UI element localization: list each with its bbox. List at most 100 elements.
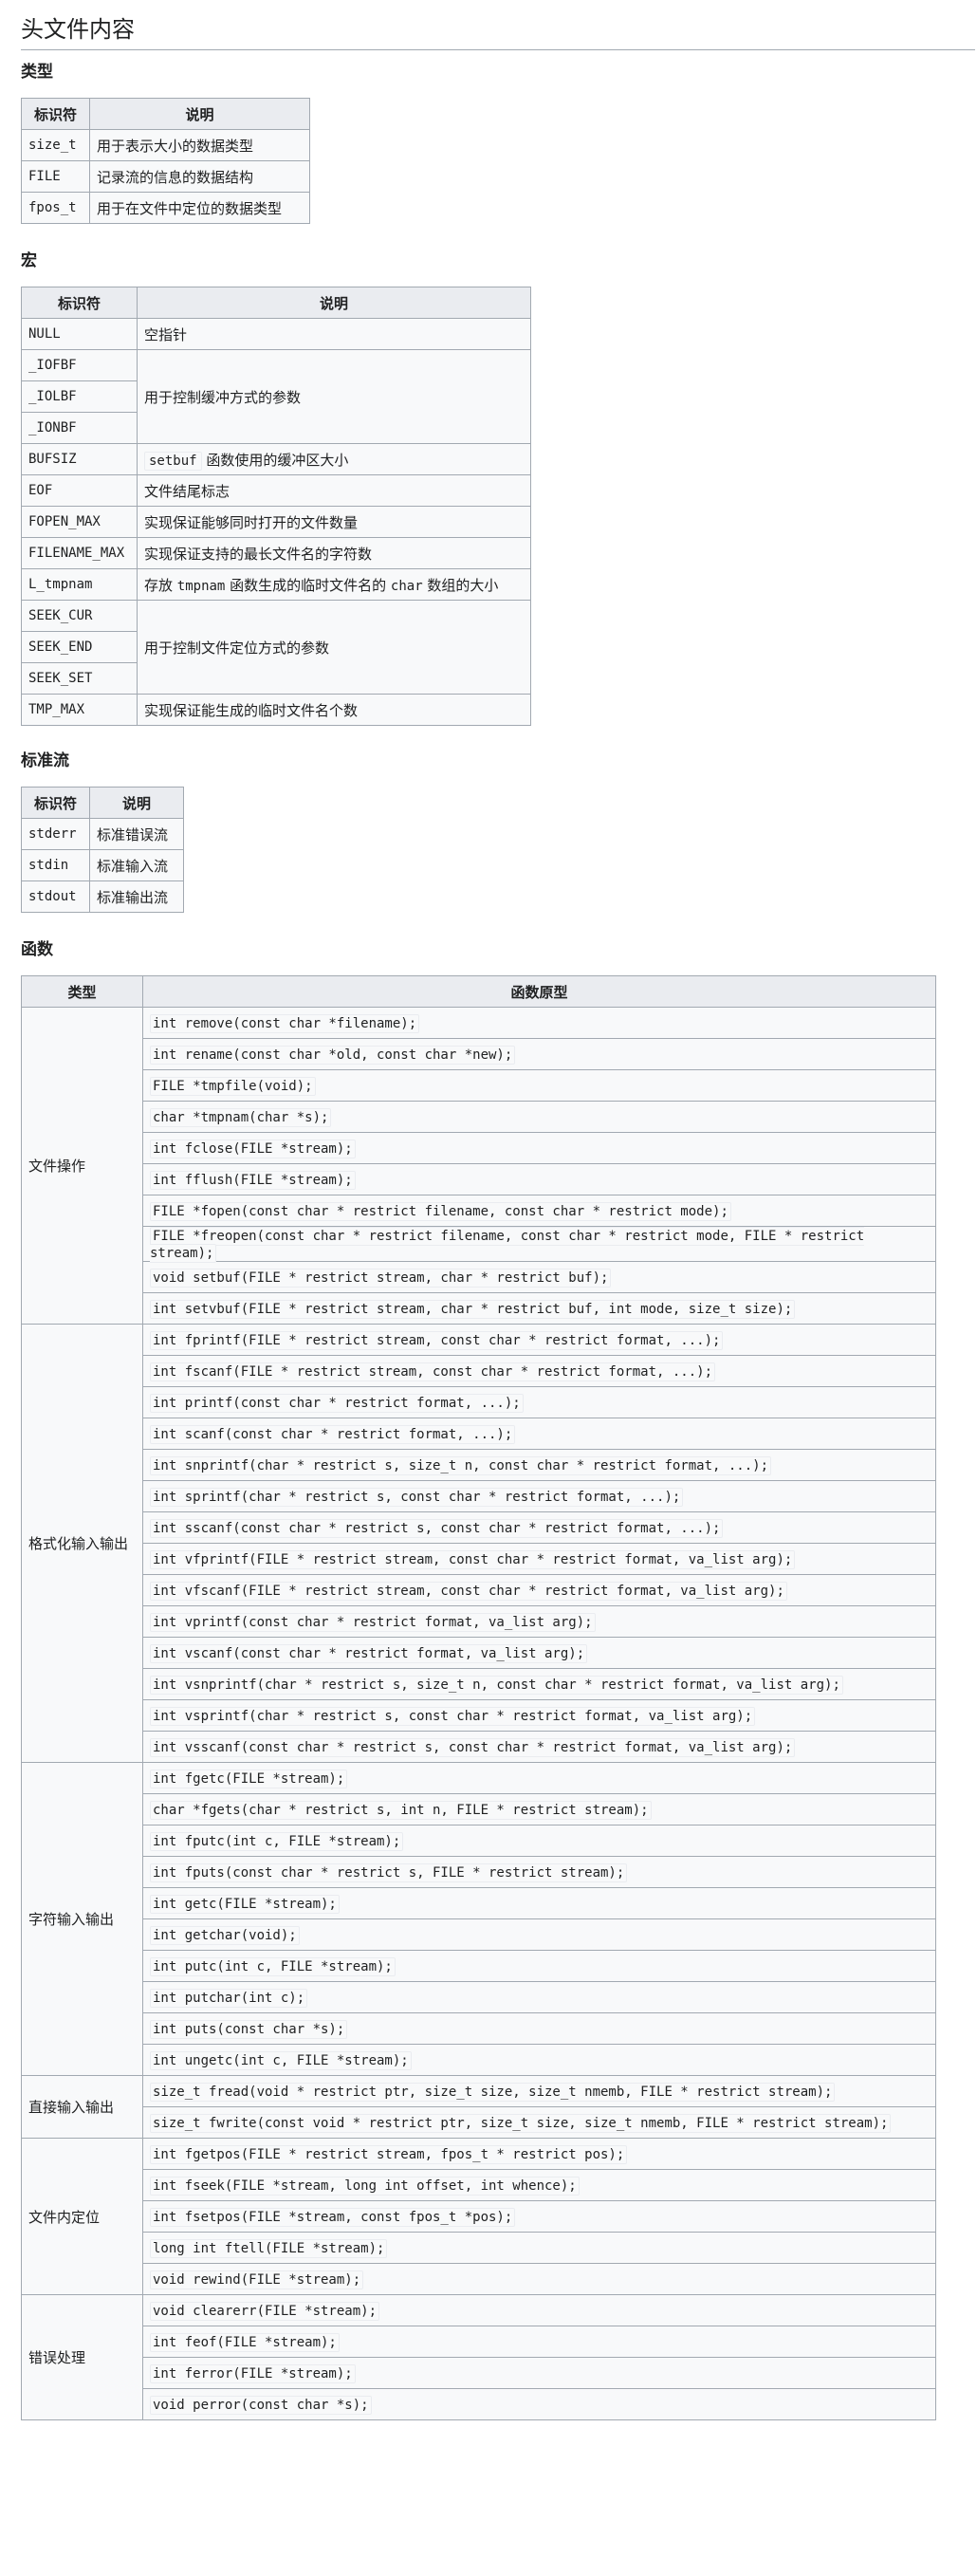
- prototype-code: int fputc(int c, FILE *stream);: [150, 1832, 404, 1851]
- function-prototype: FILE *freopen(const char * restrict file…: [142, 1226, 936, 1263]
- table-row: void setbuf(FILE * restrict stream, char…: [22, 1261, 936, 1293]
- prototype-code: void clearerr(FILE *stream);: [150, 2302, 380, 2321]
- table-row: int fsetpos(FILE *stream, const fpos_t *…: [22, 2200, 936, 2233]
- function-prototype: int fgetpos(FILE * restrict stream, fpos…: [142, 2138, 936, 2170]
- function-prototype: char *tmpnam(char *s);: [142, 1101, 936, 1133]
- macro-identifier: FOPEN_MAX: [21, 506, 138, 538]
- table-row: int getc(FILE *stream);: [22, 1887, 936, 1919]
- function-prototype: long int ftell(FILE *stream);: [142, 2232, 936, 2264]
- prototype-code: FILE *fopen(const char * restrict filena…: [150, 1202, 731, 1221]
- table-row: int sprintf(char * restrict s, const cha…: [22, 1480, 936, 1512]
- function-prototype: int snprintf(char * restrict s, size_t n…: [142, 1449, 936, 1481]
- prototype-code: int vsprintf(char * restrict s, const ch…: [150, 1707, 756, 1726]
- table-row: int printf(const char * restrict format,…: [22, 1386, 936, 1418]
- function-prototype: size_t fread(void * restrict ptr, size_t…: [142, 2075, 936, 2107]
- macro-identifier: SEEK_CUR: [21, 600, 138, 632]
- type-identifier: FILE: [21, 160, 90, 193]
- prototype-code: int rename(const char *old, const char *…: [150, 1046, 516, 1065]
- macro-description: 用于控制文件定位方式的参数: [137, 600, 531, 695]
- function-prototype: int setvbuf(FILE * restrict stream, char…: [142, 1292, 936, 1325]
- header-identifier: 标识符: [21, 287, 138, 319]
- macros-heading: 宏: [21, 251, 37, 270]
- prototype-code: FILE *freopen(const char * restrict file…: [150, 1227, 865, 1263]
- type-identifier: fpos_t: [21, 192, 90, 224]
- table-row: int fseek(FILE *stream, long int offset,…: [22, 2169, 936, 2201]
- stream-identifier: stdin: [21, 849, 90, 881]
- stream-description: 标准错误流: [89, 818, 184, 850]
- prototype-code: int printf(const char * restrict format,…: [150, 1394, 524, 1413]
- table-row: int fscanf(FILE * restrict stream, const…: [22, 1355, 936, 1387]
- function-prototype: int vsnprintf(char * restrict s, size_t …: [142, 1668, 936, 1700]
- table-header-row: 类型 函数原型: [21, 975, 936, 1008]
- table-row: int fflush(FILE *stream);: [22, 1163, 936, 1195]
- table-row: 格式化输入输出 int fprintf(FILE * restrict strea…: [21, 1324, 936, 1763]
- function-prototype: int fgetc(FILE *stream);: [142, 1762, 936, 1794]
- prototype-code: int putc(int c, FILE *stream);: [150, 1957, 396, 1976]
- macro-identifier: _IOLBF: [21, 380, 138, 413]
- function-prototype: int sscanf(const char * restrict s, cons…: [142, 1511, 936, 1544]
- header-prototype: 函数原型: [142, 975, 936, 1008]
- table-row: int ferror(FILE *stream);: [22, 2357, 936, 2389]
- table-row: stdin 标准输入流: [21, 849, 184, 881]
- macro-description: 文件结尾标志: [137, 474, 531, 507]
- section-title: 头文件内容: [21, 13, 975, 50]
- macro-identifier: NULL: [21, 318, 138, 350]
- function-prototype: int vprintf(const char * restrict format…: [142, 1605, 936, 1638]
- table-row: fpos_t 用于在文件中定位的数据类型: [21, 192, 310, 224]
- table-header-row: 标识符 说明: [21, 98, 310, 130]
- macro-description: 实现保证能生成的临时文件名个数: [137, 694, 531, 726]
- macro-identifier: _IOFBF: [21, 349, 138, 381]
- table-row: int fclose(FILE *stream);: [22, 1132, 936, 1164]
- function-prototype: int fputc(int c, FILE *stream);: [142, 1825, 936, 1857]
- table-row: int fputc(int c, FILE *stream);: [22, 1825, 936, 1857]
- prototype-code: int fgetc(FILE *stream);: [150, 1770, 348, 1788]
- type-description: 记录流的信息的数据结构: [89, 160, 310, 193]
- function-prototype: int vfscanf(FILE * restrict stream, cons…: [142, 1574, 936, 1606]
- function-prototype: int putchar(int c);: [142, 1981, 936, 2013]
- stream-description: 标准输入流: [89, 849, 184, 881]
- table-row: FOPEN_MAX 实现保证能够同时打开的文件数量: [21, 506, 531, 538]
- table-header-row: 标识符 说明: [21, 287, 531, 319]
- table-row: 字符输入输出 int fgetc(FILE *stream);: [21, 1762, 936, 2076]
- streams-table: 标识符 说明 stderr 标准错误流 stdin 标准输入流 stdout 标…: [21, 787, 184, 913]
- type-identifier: size_t: [21, 129, 90, 161]
- macro-identifier: TMP_MAX: [21, 694, 138, 726]
- prototype-code: int fscanf(FILE * restrict stream, const…: [150, 1362, 716, 1381]
- table-row: int setvbuf(FILE * restrict stream, char…: [22, 1292, 936, 1325]
- prototype-code: int vfprintf(FILE * restrict stream, con…: [150, 1550, 796, 1569]
- function-category: 错误处理: [21, 2294, 143, 2420]
- prototype-code: int fclose(FILE *stream);: [150, 1140, 356, 1158]
- function-prototype: int fsetpos(FILE *stream, const fpos_t *…: [142, 2200, 936, 2233]
- macro-identifier: EOF: [21, 474, 138, 507]
- header-identifier: 标识符: [21, 98, 90, 130]
- function-prototype: int remove(const char *filename);: [142, 1007, 936, 1039]
- description-text: 函数生成的临时文件名的: [225, 576, 391, 594]
- table-row: size_t 用于表示大小的数据类型: [21, 129, 310, 161]
- description-text: 函数使用的缓冲区大小: [201, 451, 349, 469]
- prototype-code: int scanf(const char * restrict format, …: [150, 1425, 516, 1444]
- prototype-code: int fflush(FILE *stream);: [150, 1171, 356, 1190]
- prototype-code: int vfscanf(FILE * restrict stream, cons…: [150, 1582, 787, 1601]
- table-row: _IOFBF 用于控制缓冲方式的参数: [21, 349, 531, 444]
- table-row: size_t fwrite(const void * restrict ptr,…: [22, 2106, 936, 2139]
- table-row: char *fgets(char * restrict s, int n, FI…: [22, 1793, 936, 1825]
- table-row: int vprintf(const char * restrict format…: [22, 1605, 936, 1638]
- prototype-code: int vprintf(const char * restrict format…: [150, 1613, 596, 1632]
- prototype-code: int putchar(int c);: [150, 1989, 308, 2008]
- table-row: FILENAME_MAX 实现保证支持的最长文件名的字符数: [21, 537, 531, 569]
- table-row: 文件内定位 int fgetpos(FILE * restrict stream,…: [21, 2138, 936, 2295]
- inline-code: setbuf: [144, 451, 202, 471]
- table-row: int putc(int c, FILE *stream);: [22, 1950, 936, 1982]
- function-prototype: int fclose(FILE *stream);: [142, 1132, 936, 1164]
- prototype-code: int getchar(void);: [150, 1926, 300, 1945]
- table-row: int feof(FILE *stream);: [22, 2326, 936, 2358]
- prototype-code: void rewind(FILE *stream);: [150, 2270, 364, 2289]
- prototype-code: int fsetpos(FILE *stream, const fpos_t *…: [150, 2208, 516, 2227]
- prototype-code: size_t fwrite(const void * restrict ptr,…: [150, 2114, 892, 2133]
- function-prototype: int puts(const char *s);: [142, 2012, 936, 2045]
- inline-code: char: [390, 578, 423, 594]
- table-row: int putchar(int c);: [22, 1981, 936, 2013]
- table-header-row: 标识符 说明: [21, 787, 184, 819]
- header-identifier: 标识符: [21, 787, 90, 819]
- table-row: TMP_MAX 实现保证能生成的临时文件名个数: [21, 694, 531, 726]
